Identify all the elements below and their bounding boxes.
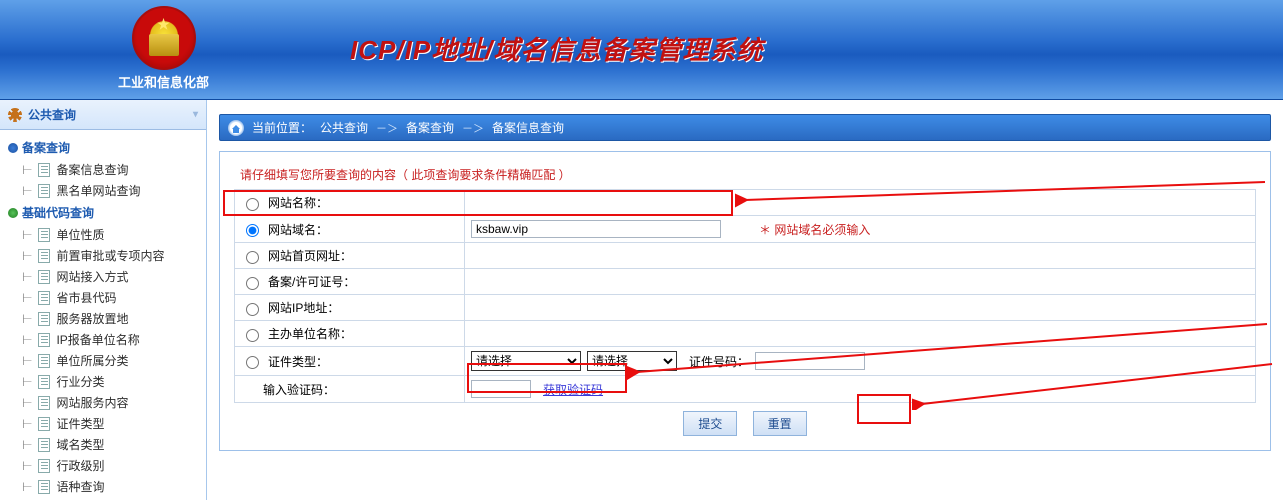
- breadcrumb-link[interactable]: 公共查询: [320, 119, 368, 136]
- page-title: ICP/IP地址/域名信息备案管理系统: [350, 30, 763, 67]
- sidebar-item[interactable]: ⊢IP报备单位名称: [0, 329, 206, 350]
- sidebar-item-filing-info[interactable]: ⊢备案信息查询: [0, 159, 206, 180]
- sidebar-item[interactable]: ⊢服务器放置地: [0, 308, 206, 329]
- sidebar-item[interactable]: ⊢网站服务内容: [0, 392, 206, 413]
- header-banner: ★ 工业和信息化部 ICP/IP地址/域名信息备案管理系统: [0, 0, 1283, 100]
- doc-icon: [38, 270, 50, 284]
- radio-ip[interactable]: [246, 303, 259, 316]
- breadcrumb-link[interactable]: 备案查询: [406, 119, 454, 136]
- sidebar-item[interactable]: ⊢省市县代码: [0, 287, 206, 308]
- gear-icon: [8, 108, 22, 122]
- sidebar-section-header[interactable]: 公共查询 ▾: [0, 100, 206, 130]
- doc-icon: [38, 184, 50, 198]
- doc-icon: [38, 375, 50, 389]
- sidebar-item[interactable]: ⊢语种查询: [0, 476, 206, 497]
- doc-icon: [38, 163, 50, 177]
- cert-no-input[interactable]: [755, 352, 865, 370]
- breadcrumb-sep: －＞: [376, 120, 398, 136]
- sidebar: 公共查询 ▾ 备案查询 ⊢备案信息查询 ⊢黑名单网站查询 基础代码查询 ⊢单位性…: [0, 100, 207, 500]
- sidebar-section-label: 公共查询: [28, 106, 76, 123]
- main-area: 当前位置： 公共查询 －＞ 备案查询 －＞ 备案信息查询 请仔细填写您所要查询的…: [207, 100, 1283, 500]
- breadcrumb: 当前位置： 公共查询 －＞ 备案查询 －＞ 备案信息查询: [219, 114, 1271, 141]
- sidebar-item[interactable]: ⊢前置审批或专项内容: [0, 245, 206, 266]
- captcha-input[interactable]: [471, 380, 531, 398]
- doc-icon: [38, 480, 50, 494]
- cert-type-select-a[interactable]: 请选择: [471, 351, 581, 371]
- form-hint: 请仔细填写您所要查询的内容（ 此项查询要求条件精确匹配 ）: [234, 166, 1256, 189]
- doc-icon: [38, 459, 50, 473]
- radio-site-name[interactable]: [246, 198, 259, 211]
- radio-license[interactable]: [246, 277, 259, 290]
- sidebar-item[interactable]: ⊢网站接入方式: [0, 266, 206, 287]
- org-name: 工业和信息化部: [118, 72, 209, 91]
- breadcrumb-sep: －＞: [462, 120, 484, 136]
- doc-icon: [38, 291, 50, 305]
- domain-input[interactable]: [471, 220, 721, 238]
- query-panel: 请仔细填写您所要查询的内容（ 此项查询要求条件精确匹配 ） 网站名称： 网站域名…: [219, 151, 1271, 451]
- get-captcha-link[interactable]: 获取验证码: [543, 381, 603, 398]
- domain-required-note: ＊ 网站域名必须输入: [759, 221, 870, 238]
- radio-domain[interactable]: [246, 224, 259, 237]
- cert-no-label: 证件号码：: [689, 353, 749, 370]
- sidebar-item[interactable]: ⊢行政级别: [0, 455, 206, 476]
- doc-icon: [38, 354, 50, 368]
- sidebar-item-blacklist[interactable]: ⊢黑名单网站查询: [0, 180, 206, 201]
- org-emblem-block: ★ 工业和信息化部: [118, 6, 209, 91]
- reset-button[interactable]: 重置: [753, 411, 807, 436]
- radio-sponsor[interactable]: [246, 329, 259, 342]
- sidebar-item[interactable]: ⊢单位性质: [0, 224, 206, 245]
- sidebar-item[interactable]: ⊢证件类型: [0, 413, 206, 434]
- doc-icon: [38, 438, 50, 452]
- cert-type-select-b[interactable]: 请选择: [587, 351, 677, 371]
- national-emblem-icon: ★: [132, 6, 196, 70]
- sidebar-item[interactable]: ⊢单位所属分类: [0, 350, 206, 371]
- bullet-icon: [8, 143, 18, 153]
- sidebar-item[interactable]: ⊢行业分类: [0, 371, 206, 392]
- doc-icon: [38, 312, 50, 326]
- doc-icon: [38, 249, 50, 263]
- chevron-down-icon: ▾: [193, 109, 198, 120]
- doc-icon: [38, 228, 50, 242]
- doc-icon: [38, 417, 50, 431]
- radio-cert-type[interactable]: [246, 356, 259, 369]
- sidebar-item[interactable]: ⊢域名类型: [0, 434, 206, 455]
- sidebar-group-basecode[interactable]: 基础代码查询: [0, 201, 206, 224]
- query-form: 网站名称： 网站域名： ＊ 网站域名必须输入 网站首页网址：: [234, 189, 1256, 403]
- doc-icon: [38, 333, 50, 347]
- bullet-icon: [8, 208, 18, 218]
- home-icon[interactable]: [228, 120, 244, 136]
- breadcrumb-current: 备案信息查询: [492, 119, 564, 136]
- submit-button[interactable]: 提交: [683, 411, 737, 436]
- doc-icon: [38, 396, 50, 410]
- radio-homepage[interactable]: [246, 251, 259, 264]
- sidebar-group-filing[interactable]: 备案查询: [0, 136, 206, 159]
